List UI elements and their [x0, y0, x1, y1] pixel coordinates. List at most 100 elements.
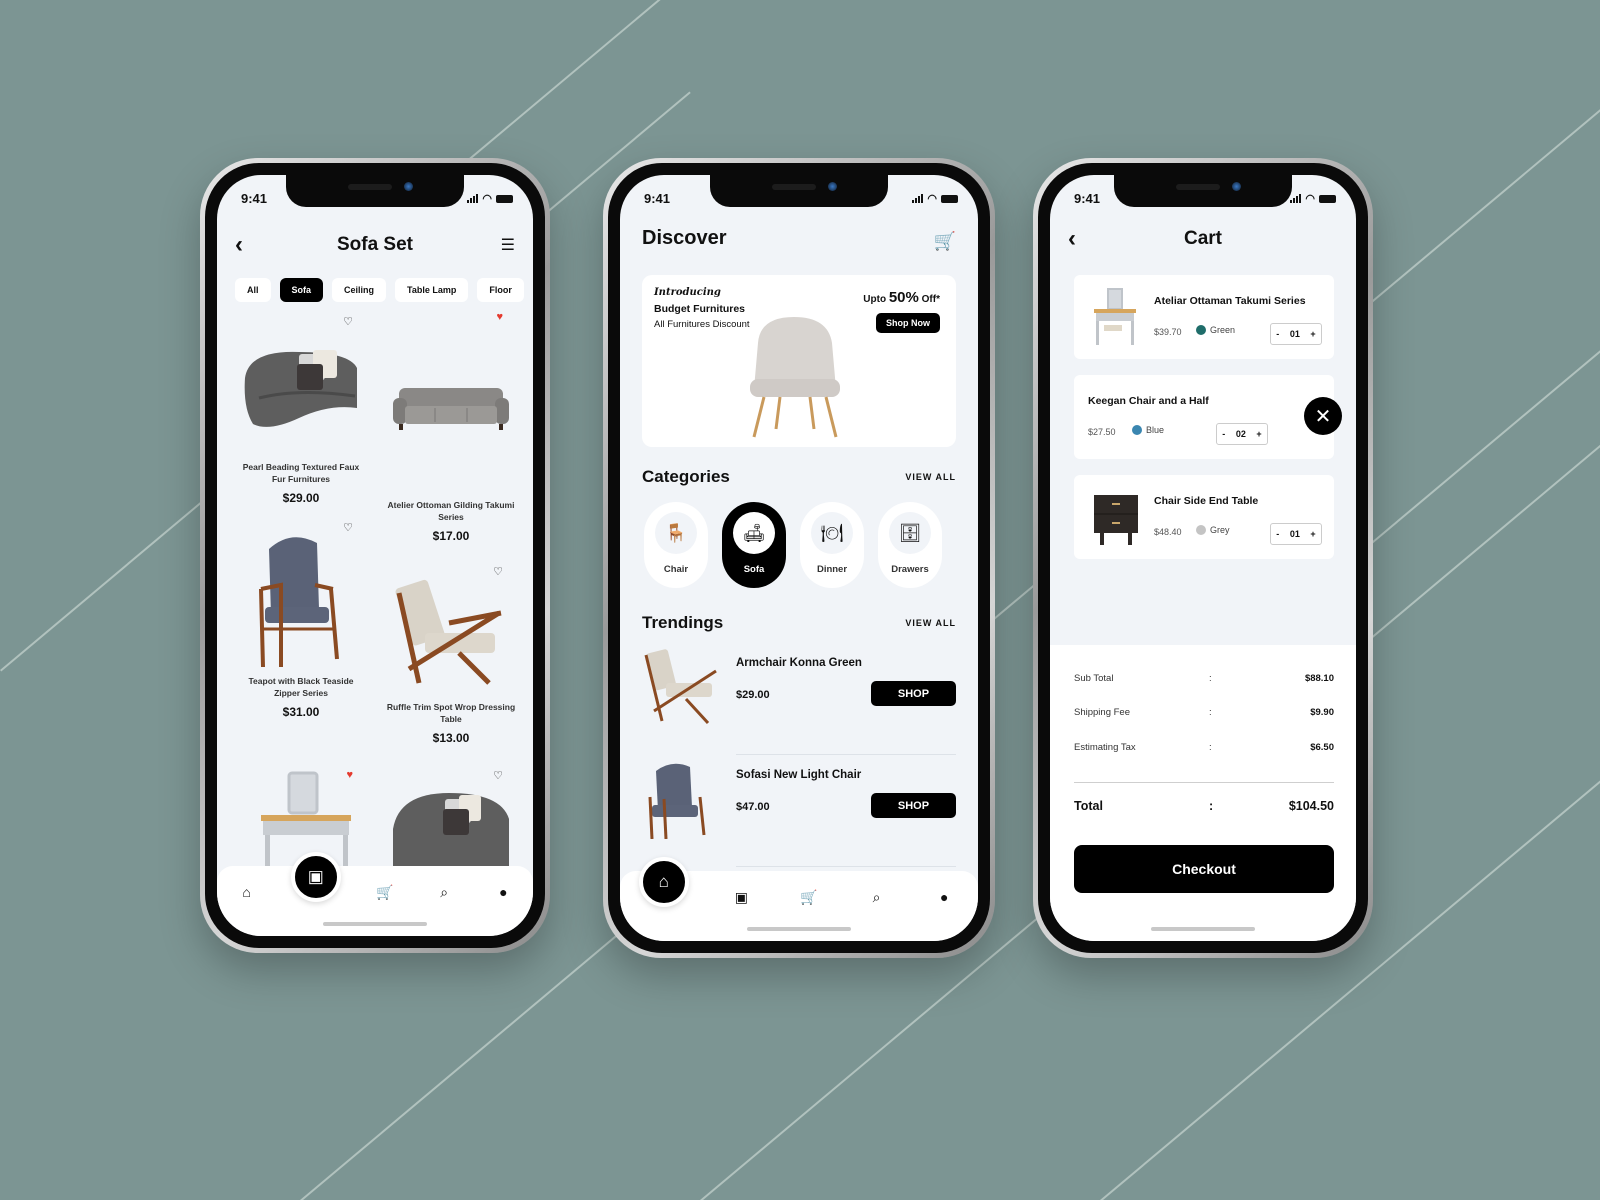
qty-plus-button[interactable]: + — [1310, 529, 1315, 539]
heart-filled-icon[interactable]: ♥ — [346, 769, 353, 781]
heart-outline-icon[interactable]: ♡ — [493, 565, 503, 578]
chip-all[interactable]: All — [235, 278, 271, 302]
product-price: $17.00 — [432, 528, 470, 543]
quantity-stepper[interactable]: - 02 + — [1216, 423, 1268, 445]
cart-item-price: $27.50 — [1088, 427, 1116, 437]
product-card[interactable]: ♡ Ruffle Trim Spot Wrop Dressing Table $… — [381, 565, 521, 793]
nav-user-icon[interactable]: ● — [929, 885, 959, 909]
battery-icon — [496, 194, 513, 203]
back-button[interactable]: ‹ — [235, 233, 243, 257]
category-chair[interactable]: 🪑 Chair — [644, 502, 708, 588]
qty-value: 01 — [1289, 529, 1300, 539]
heart-outline-icon[interactable]: ♡ — [343, 521, 353, 534]
summary-row-shipping: Shipping Fee: $9.90 — [1074, 707, 1334, 718]
product-name: Atelier Ottoman Gilding Takumi Series — [387, 500, 515, 523]
nav-home-icon[interactable]: ⌂ — [638, 857, 689, 907]
cart-item-image-dressing-table — [1088, 287, 1144, 347]
nav-home-icon[interactable]: ⌂ — [232, 880, 262, 904]
shop-button[interactable]: SHOP — [871, 681, 956, 706]
banner-title: Budget Furnitures — [654, 303, 745, 315]
qty-plus-button[interactable]: + — [1310, 329, 1315, 339]
trendings-header: Trendings VIEW ALL — [642, 613, 956, 633]
nav-search-icon[interactable]: ⌕ — [862, 885, 892, 909]
cart-item-name: Keegan Chair and a Half — [1088, 395, 1209, 407]
wifi-icon: ◠ — [1305, 193, 1315, 205]
chip-ceiling[interactable]: Ceiling — [332, 278, 387, 302]
chip-table-lamp[interactable]: Table Lamp — [395, 278, 469, 302]
heart-outline-icon[interactable]: ♡ — [343, 315, 353, 328]
category-chips: All Sofa Ceiling Table Lamp Floor — [235, 278, 524, 302]
checkout-button[interactable]: Checkout — [1074, 845, 1334, 893]
battery-icon — [1319, 194, 1336, 203]
phone-discover: 9:41 ◠ Discover 🛒 Introducing Budget Fur… — [603, 158, 995, 958]
quantity-stepper[interactable]: - 01 + — [1270, 323, 1322, 345]
qty-minus-button[interactable]: - — [1276, 329, 1279, 339]
product-image-chesterfield-sofa — [386, 353, 516, 463]
cart-item-price: $48.40 — [1154, 527, 1182, 537]
product-price: $31.00 — [282, 704, 320, 719]
discover-screen: 9:41 ◠ Discover 🛒 Introducing Budget Fur… — [620, 175, 978, 941]
banner-offer: Upto 50% Off* — [863, 289, 940, 306]
qty-minus-button[interactable]: - — [1276, 529, 1279, 539]
cart-screen: 9:41 ◠ ‹ Cart Ateliar Ottaman Takumi Ser… — [1050, 175, 1356, 941]
banner-chair-image — [740, 313, 850, 446]
cart-item: Keegan Chair and a Half $27.50 Blue - 02… — [1074, 375, 1342, 459]
remove-item-close-icon[interactable]: ✕ — [1304, 397, 1342, 435]
nav-search-icon[interactable]: ⌕ — [429, 880, 459, 904]
phone-cart: 9:41 ◠ ‹ Cart Ateliar Ottaman Takumi Ser… — [1033, 158, 1373, 958]
product-card[interactable]: ♡ Pearl Beading Textured Faux Fur Furnit… — [231, 315, 371, 543]
categories-view-all-link[interactable]: VIEW ALL — [905, 472, 956, 482]
page-title: Sofa Set — [336, 234, 414, 255]
cart-item: Chair Side End Table $48.40 Grey - 01 + — [1074, 475, 1334, 559]
product-card[interactable]: ♥ Atelier Ottoman Gilding Takumi Series … — [381, 311, 521, 543]
trending-price: $29.00 — [736, 689, 770, 701]
nav-cart-icon[interactable]: 🛒 — [370, 880, 400, 904]
home-indicator — [323, 922, 427, 926]
sofa-icon: 🛋 — [733, 512, 775, 554]
qty-plus-button[interactable]: + — [1256, 429, 1261, 439]
product-name: Pearl Beading Textured Faux Fur Furnitur… — [242, 462, 360, 485]
heart-outline-icon[interactable]: ♡ — [493, 769, 503, 782]
divider — [1074, 782, 1334, 783]
chip-floor[interactable]: Floor — [477, 278, 524, 302]
back-button[interactable]: ‹ — [1068, 227, 1076, 251]
cart-item-color: Grey — [1196, 525, 1230, 535]
categories-list: 🪑 Chair 🛋 Sofa 🍽 Dinner 🗄 Drawers — [644, 502, 942, 588]
nav-cart-icon[interactable]: 🛒 — [794, 885, 824, 909]
signal-icon — [1290, 194, 1302, 203]
nav-box-icon[interactable]: ▣ — [726, 885, 756, 909]
trendings-view-all-link[interactable]: VIEW ALL — [905, 618, 956, 628]
summary-row-subtotal: Sub Total: $88.10 — [1074, 673, 1334, 684]
filter-sliders-icon[interactable]: ☰ — [501, 235, 515, 255]
color-swatch-grey — [1196, 525, 1206, 535]
qty-minus-button[interactable]: - — [1222, 429, 1225, 439]
qty-value: 02 — [1235, 429, 1246, 439]
trending-name: Armchair Konna Green — [736, 657, 862, 669]
qty-value: 01 — [1289, 329, 1300, 339]
product-image-dressing-table — [236, 769, 366, 869]
quantity-stepper[interactable]: - 01 + — [1270, 523, 1322, 545]
category-label: Dinner — [816, 564, 848, 575]
category-drawers[interactable]: 🗄 Drawers — [878, 502, 942, 588]
trending-item[interactable]: Armchair Konna Green $29.00 SHOP — [642, 643, 956, 755]
trending-name: Sofasi New Light Chair — [736, 769, 862, 781]
heart-filled-icon[interactable]: ♥ — [496, 311, 503, 323]
cart-item-color: Blue — [1132, 425, 1164, 435]
nav-user-icon[interactable]: ● — [488, 880, 518, 904]
cart-item-image-nightstand — [1088, 487, 1144, 547]
trending-item[interactable]: Sofasi New Light Chair $47.00 SHOP — [642, 755, 956, 867]
chip-sofa[interactable]: Sofa — [279, 278, 324, 302]
nav-box-icon[interactable]: ▣ — [290, 852, 341, 902]
category-dinner[interactable]: 🍽 Dinner — [800, 502, 864, 588]
product-card[interactable]: ♡ Teapot with Black Teaside Zipper Serie… — [231, 521, 371, 749]
category-sofa[interactable]: 🛋 Sofa — [722, 502, 786, 588]
trending-image-z-chair — [642, 647, 722, 727]
promo-banner[interactable]: Introducing Budget Furnitures All Furnit… — [642, 275, 956, 447]
shop-now-button[interactable]: Shop Now — [876, 313, 940, 333]
cart-icon[interactable]: 🛒 — [934, 231, 956, 252]
shop-button[interactable]: SHOP — [871, 793, 956, 818]
banner-subtitle: All Furnitures Discount — [654, 319, 750, 330]
product-price: $13.00 — [432, 730, 470, 745]
product-price: $29.00 — [282, 490, 320, 505]
trending-image-armchair-blue — [642, 759, 722, 840]
